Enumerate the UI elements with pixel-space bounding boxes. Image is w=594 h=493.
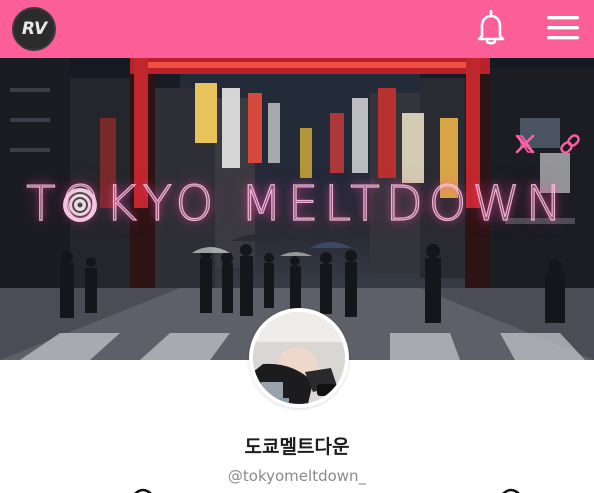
site-logo[interactable]: RV — [12, 7, 56, 51]
banner-title: TOKYO MELTDOWN — [26, 175, 568, 232]
hamburger-menu-icon[interactable] — [547, 15, 579, 41]
top-bar: RV — [0, 0, 594, 58]
link-icon[interactable] — [558, 132, 582, 156]
profile-display-name: 도쿄멜트다운 — [244, 436, 350, 458]
x-logo-icon[interactable] — [514, 133, 536, 155]
avatar-photo — [253, 312, 345, 404]
profile-handle: @tokyomeltdown_ — [227, 467, 367, 485]
partial-icon — [134, 488, 152, 493]
profile-avatar[interactable] — [249, 308, 349, 408]
site-logo-text: RV — [21, 19, 47, 39]
partial-icon — [502, 488, 520, 493]
notification-bell-icon[interactable] — [476, 10, 506, 46]
